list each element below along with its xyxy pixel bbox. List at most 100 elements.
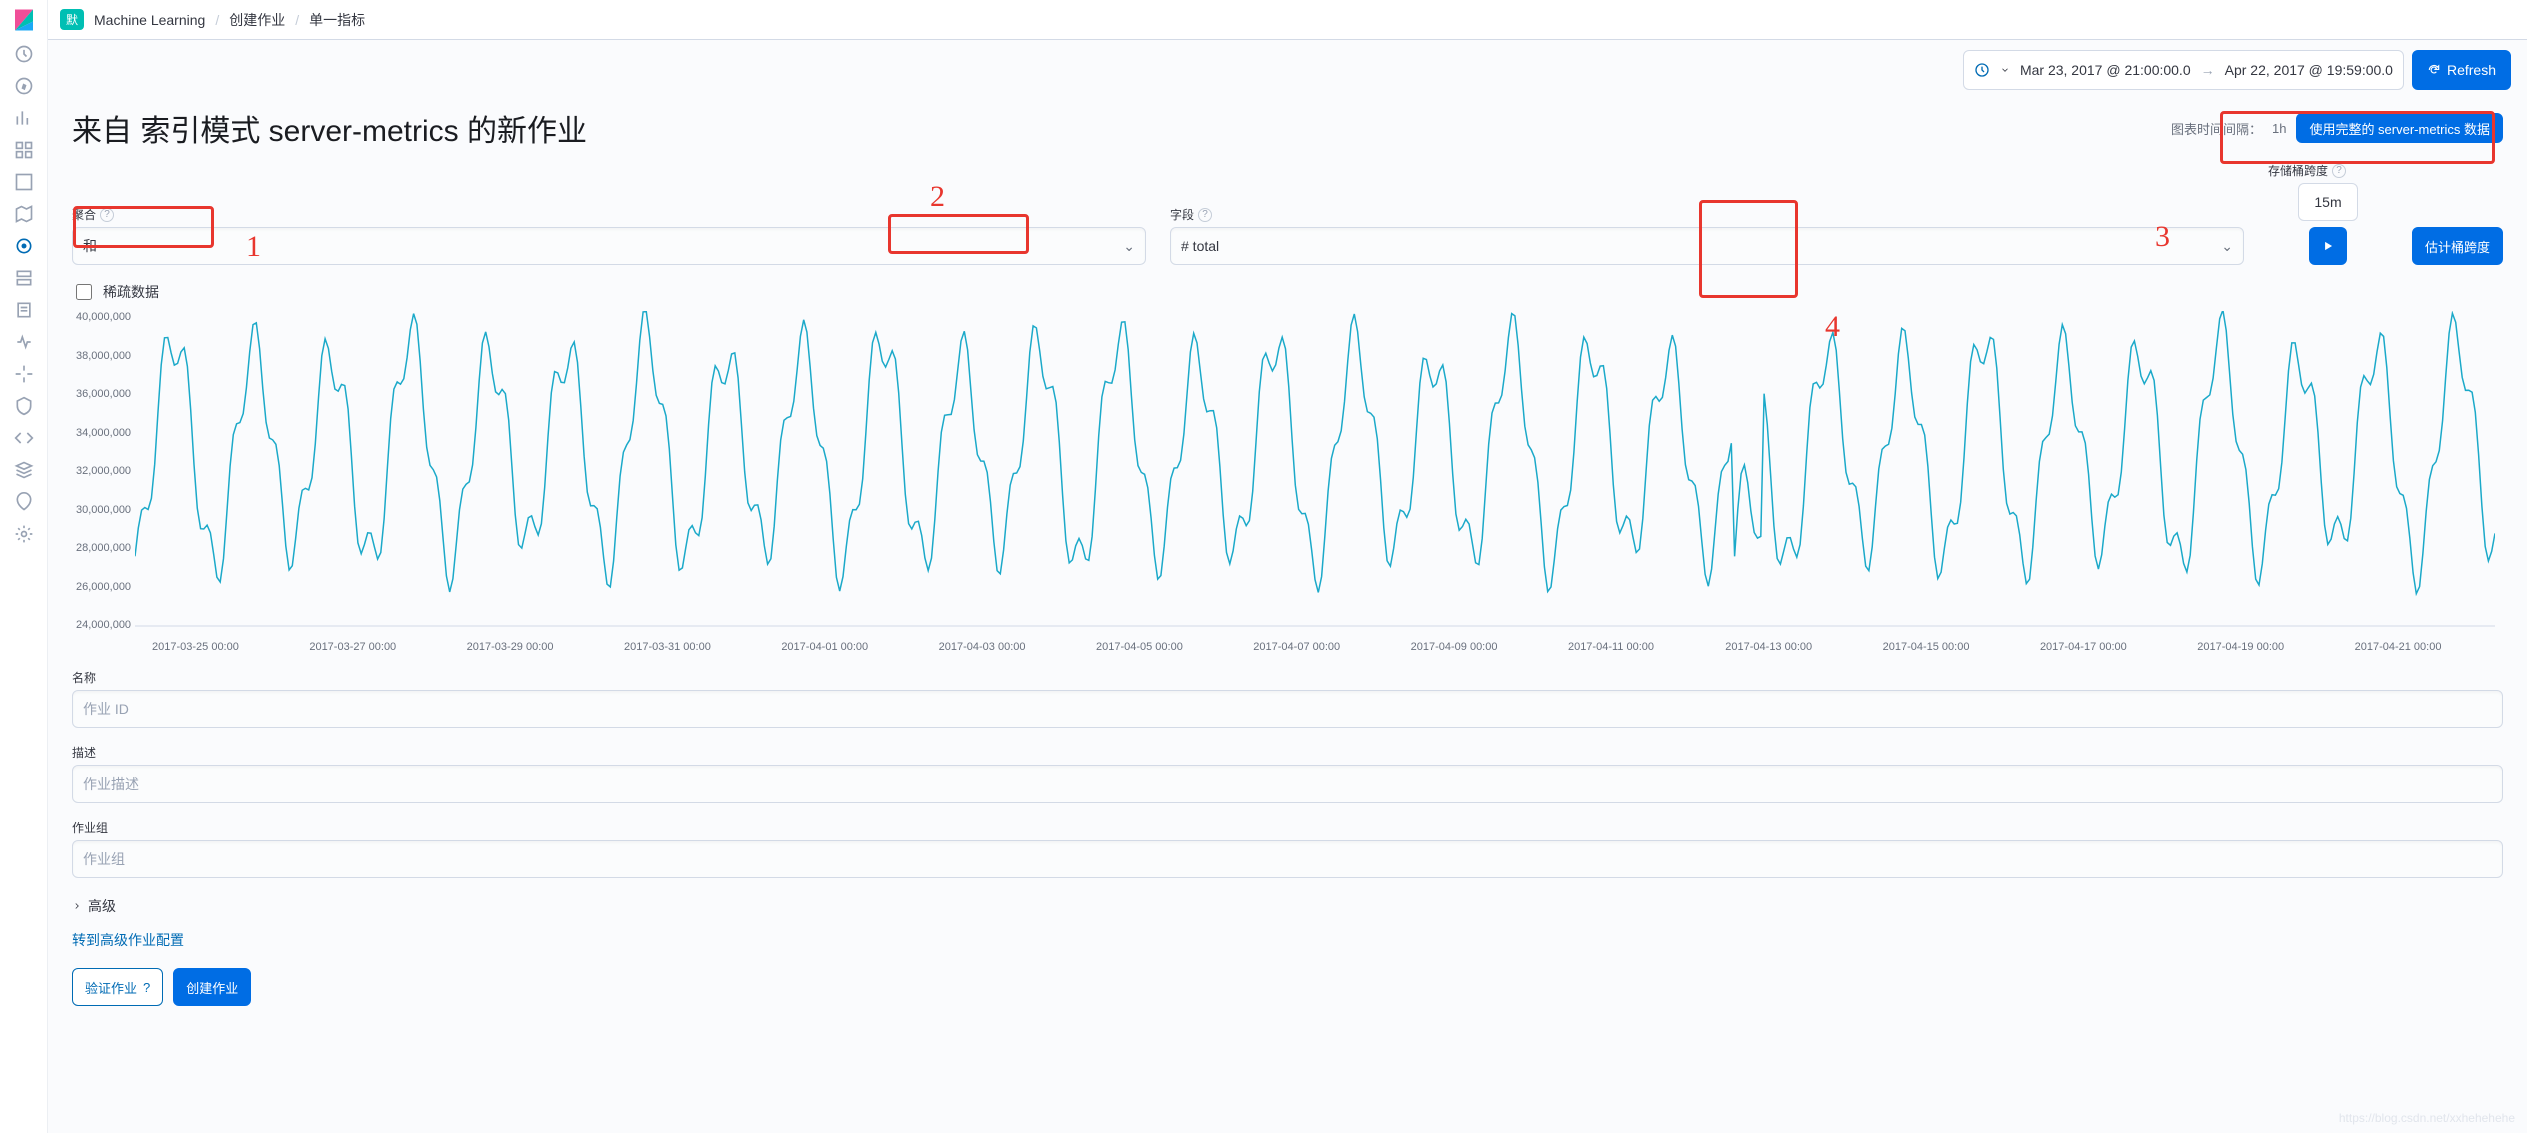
- job-desc-field: 描述 作业描述: [48, 736, 2527, 811]
- play-button[interactable]: [2309, 227, 2347, 265]
- use-full-data-button[interactable]: 使用完整的 server-metrics 数据: [2296, 113, 2503, 143]
- estimate-bucket-field: 估计桶跨度: [2412, 209, 2503, 265]
- recent-icon[interactable]: [14, 44, 34, 64]
- x-tick: 2017-04-15 00:00: [1883, 641, 2040, 653]
- job-group-field: 作业组 作业组: [48, 811, 2527, 886]
- apm-icon[interactable]: [14, 332, 34, 352]
- chevron-right-icon: [72, 901, 82, 911]
- job-desc-placeholder: 作业描述: [83, 774, 139, 794]
- arrow-right-icon: →: [2201, 62, 2215, 78]
- kibana-logo[interactable]: [12, 8, 36, 32]
- detector-form-row: 聚合? 和 ⌄ 字段? # total ⌄ 存储桶跨度? 15m: [48, 158, 2527, 275]
- job-name-placeholder: 作业 ID: [83, 699, 129, 719]
- breadcrumb-root[interactable]: Machine Learning: [94, 12, 205, 28]
- stack-icon[interactable]: [14, 460, 34, 480]
- chart-series-line: [135, 311, 2495, 594]
- breadcrumb-sep: /: [215, 12, 219, 28]
- job-desc-label: 描述: [72, 746, 96, 760]
- job-group-input[interactable]: 作业组: [72, 840, 2503, 878]
- canvas-icon[interactable]: [14, 172, 34, 192]
- breadcrumb-mid[interactable]: 创建作业: [229, 10, 285, 30]
- management-icon[interactable]: [14, 524, 34, 544]
- siem-icon[interactable]: [14, 396, 34, 416]
- aggregation-select[interactable]: 和 ⌄: [72, 227, 1146, 265]
- job-name-field: 名称 作业 ID: [48, 661, 2527, 736]
- estimate-bucket-button[interactable]: 估计桶跨度: [2412, 227, 2503, 265]
- job-desc-input[interactable]: 作业描述: [72, 765, 2503, 803]
- annotation-number-2: 2: [930, 180, 945, 214]
- uptime-icon[interactable]: [14, 364, 34, 384]
- action-buttons: 验证作业 ? 创建作业: [48, 954, 2527, 1036]
- page-title: 来自 索引模式 server-metrics 的新作业: [72, 106, 587, 150]
- x-tick: 2017-04-09 00:00: [1411, 641, 1568, 653]
- field-field: 字段? # total ⌄: [1170, 206, 2244, 265]
- monitoring-icon[interactable]: [14, 492, 34, 512]
- advanced-toggle[interactable]: 高级: [48, 886, 2527, 926]
- validate-button[interactable]: 验证作业 ?: [72, 968, 163, 1006]
- chart-x-axis: 2017-03-25 00:002017-03-27 00:002017-03-…: [152, 641, 2503, 653]
- infra-icon[interactable]: [14, 268, 34, 288]
- x-tick: 2017-04-19 00:00: [2197, 641, 2354, 653]
- help-icon[interactable]: ?: [100, 208, 114, 222]
- x-tick: 2017-04-03 00:00: [939, 641, 1096, 653]
- time-picker-row: Mar 23, 2017 @ 21:00:00.0 → Apr 22, 2017…: [48, 40, 2527, 90]
- x-tick: 2017-04-01 00:00: [781, 641, 938, 653]
- chart-container: 40,000,00038,000,00036,000,00034,000,000…: [48, 303, 2527, 661]
- maps-icon[interactable]: [14, 204, 34, 224]
- time-range-picker[interactable]: Mar 23, 2017 @ 21:00:00.0 → Apr 22, 2017…: [1963, 50, 2404, 90]
- y-tick: 26,000,000: [76, 581, 131, 593]
- x-tick: 2017-04-11 00:00: [1568, 641, 1725, 653]
- x-tick: 2017-04-05 00:00: [1096, 641, 1253, 653]
- chevron-down-icon: ⌄: [2221, 238, 2233, 255]
- breadcrumb-sep: /: [295, 12, 299, 28]
- annotation-number-4: 4: [1825, 310, 1840, 344]
- y-tick: 34,000,000: [76, 427, 131, 439]
- dashboard-icon[interactable]: [14, 140, 34, 160]
- watermark: https://blog.csdn.net/xxhehehehe: [2339, 1111, 2515, 1125]
- ml-icon[interactable]: [14, 236, 34, 256]
- logs-icon[interactable]: [14, 300, 34, 320]
- time-to: Apr 22, 2017 @ 19:59:00.0: [2225, 62, 2393, 78]
- chevron-down-icon: ⌄: [1123, 238, 1135, 255]
- breadcrumb-bar: 默 Machine Learning / 创建作业 / 单一指标: [48, 0, 2527, 40]
- validate-label: 验证作业: [85, 978, 137, 997]
- help-icon: ?: [143, 980, 150, 995]
- sparse-checkbox[interactable]: [76, 284, 92, 300]
- breadcrumb-leaf: 单一指标: [309, 10, 365, 30]
- chart-interval-value: 1h: [2272, 121, 2286, 136]
- y-tick: 30,000,000: [76, 504, 131, 516]
- field-label: 字段?: [1170, 206, 2244, 223]
- discover-icon[interactable]: [14, 76, 34, 96]
- chart-svg: [135, 311, 2495, 641]
- field-select[interactable]: # total ⌄: [1170, 227, 2244, 265]
- refresh-button[interactable]: Refresh: [2412, 50, 2511, 90]
- x-tick: 2017-03-29 00:00: [467, 641, 624, 653]
- visualize-icon[interactable]: [14, 108, 34, 128]
- y-tick: 40,000,000: [76, 311, 131, 323]
- aggregation-field: 聚合? 和 ⌄: [72, 206, 1146, 265]
- chevron-down-icon: [2000, 65, 2010, 75]
- goto-advanced-link[interactable]: 转到高级作业配置: [48, 926, 2527, 954]
- bucket-span-input[interactable]: 15m: [2298, 183, 2358, 221]
- space-badge[interactable]: 默: [60, 9, 84, 30]
- x-tick: 2017-03-27 00:00: [309, 641, 466, 653]
- left-nav: [0, 0, 48, 1133]
- x-tick: 2017-03-25 00:00: [152, 641, 309, 653]
- help-icon[interactable]: ?: [2332, 164, 2346, 178]
- create-button[interactable]: 创建作业: [173, 968, 251, 1006]
- aggregation-value: 和: [83, 236, 97, 256]
- x-tick: 2017-03-31 00:00: [624, 641, 781, 653]
- refresh-label: Refresh: [2447, 62, 2496, 78]
- dev-icon[interactable]: [14, 428, 34, 448]
- y-tick: 32,000,000: [76, 465, 131, 477]
- aggregation-label: 聚合?: [72, 206, 1146, 223]
- title-row: 来自 索引模式 server-metrics 的新作业 图表时间间隔： 1h 使…: [48, 90, 2527, 158]
- sparse-data-row: 稀疏数据: [48, 275, 2527, 303]
- help-icon[interactable]: ?: [1198, 208, 1212, 222]
- sparse-label: 稀疏数据: [103, 282, 159, 302]
- job-name-input[interactable]: 作业 ID: [72, 690, 2503, 728]
- x-tick: 2017-04-13 00:00: [1725, 641, 1882, 653]
- x-tick: 2017-04-21 00:00: [2355, 641, 2512, 653]
- field-value: # total: [1181, 238, 1219, 254]
- play-icon: [2321, 239, 2335, 253]
